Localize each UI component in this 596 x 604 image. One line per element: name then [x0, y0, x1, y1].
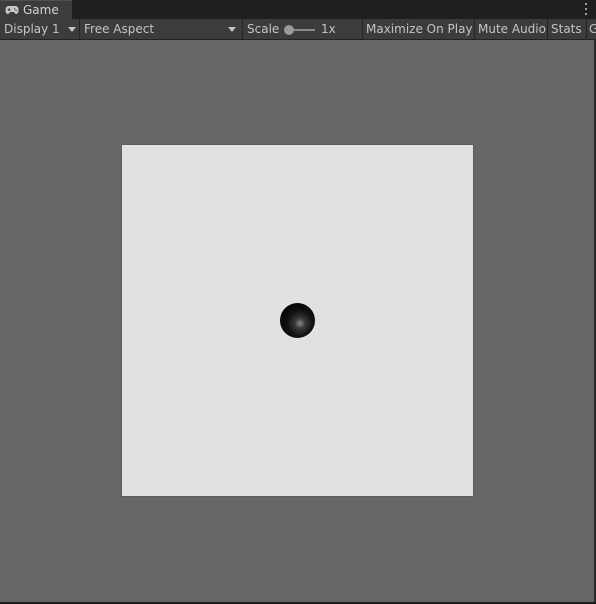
scale-slider-thumb[interactable] [284, 25, 294, 35]
game-render-frame[interactable] [122, 145, 473, 496]
black-sphere [280, 303, 315, 338]
game-viewport[interactable] [0, 40, 596, 602]
kebab-menu-icon[interactable] [583, 2, 589, 16]
display-dropdown[interactable]: Display 1 [4, 19, 76, 39]
tab-game-label: Game [23, 3, 59, 17]
stats-button[interactable]: Stats [551, 19, 585, 39]
tab-game[interactable]: Game [0, 0, 72, 19]
tab-strip: Game [0, 0, 596, 19]
game-window: Game Display 1 Free Aspect Scale 1x Maxi… [0, 0, 596, 604]
gizmos-button[interactable]: G [589, 19, 596, 39]
toolbar-divider [79, 19, 80, 39]
chevron-down-icon [68, 27, 76, 32]
mute-audio-button[interactable]: Mute Audio [478, 19, 546, 39]
game-toolbar: Display 1 Free Aspect Scale 1x Maximize … [0, 19, 596, 40]
toolbar-divider [474, 19, 475, 39]
aspect-dropdown[interactable]: Free Aspect [84, 19, 240, 39]
aspect-dropdown-label: Free Aspect [84, 22, 155, 36]
scale-slider-track[interactable] [293, 29, 315, 31]
gamepad-icon [5, 5, 19, 15]
chevron-down-icon [228, 27, 236, 32]
toolbar-divider [242, 19, 243, 39]
toolbar-divider [362, 19, 363, 39]
toolbar-divider [547, 19, 548, 39]
display-dropdown-label: Display 1 [4, 22, 60, 36]
toolbar-divider [586, 19, 587, 39]
maximize-on-play-button[interactable]: Maximize On Play [366, 19, 472, 39]
scale-label: Scale [247, 22, 280, 36]
scale-value: 1x [321, 22, 336, 36]
